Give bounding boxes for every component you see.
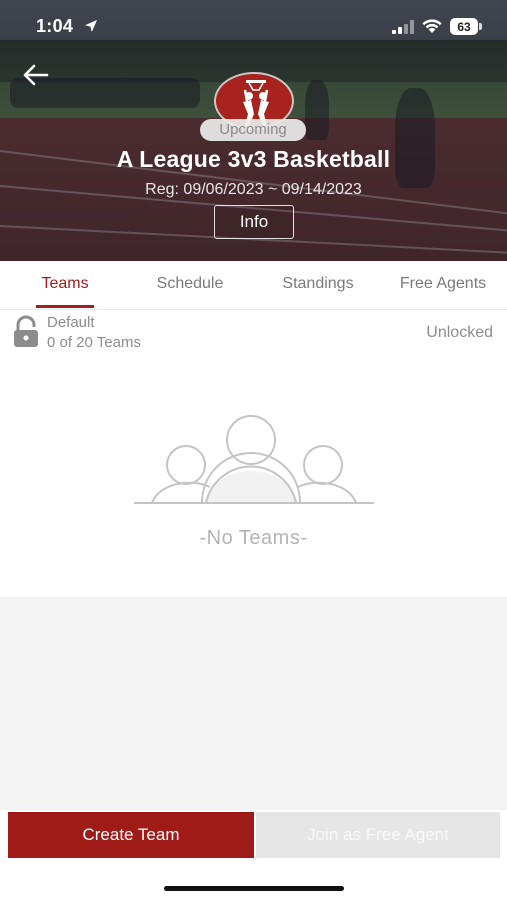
division-row[interactable]: Default 0 of 20 Teams Unlocked: [0, 311, 507, 357]
wifi-icon: [422, 19, 442, 33]
tab-free-agents[interactable]: Free Agents: [384, 261, 502, 310]
tab-teams[interactable]: Teams: [22, 261, 108, 310]
back-button[interactable]: [18, 58, 52, 92]
battery-tip: [479, 23, 482, 30]
division-team-count: 0 of 20 Teams: [47, 334, 141, 351]
battery-icon: 63: [450, 18, 482, 35]
content-background: [0, 597, 507, 810]
lock-icon: [14, 315, 38, 347]
registration-dates: Reg: 09/06/2023 ~ 09/14/2023: [145, 181, 362, 198]
status-badge: Upcoming: [200, 119, 306, 141]
active-tab-indicator: [36, 305, 94, 308]
empty-state-text: -No Teams-: [199, 527, 308, 549]
empty-state: -No Teams-: [0, 357, 507, 597]
status-time: 1:04: [36, 16, 74, 36]
tab-schedule[interactable]: Schedule: [140, 261, 240, 310]
division-status: Unlocked: [426, 324, 493, 341]
join-free-agent-button[interactable]: Join as Free Agent: [256, 812, 500, 858]
arrow-left-icon: [23, 64, 49, 86]
battery-level: 63: [450, 18, 478, 35]
bottom-action-bar: Create Team Join as Free Agent: [0, 810, 507, 900]
league-header: 1:04 63 Upcoming A League 3v3 Basketball…: [0, 0, 507, 261]
location-arrow-icon: [85, 20, 97, 32]
league-title: A League 3v3 Basketball: [116, 146, 391, 172]
tab-standings[interactable]: Standings: [264, 261, 372, 310]
status-bar: 1:04 63: [0, 0, 507, 54]
home-indicator[interactable]: [164, 886, 344, 891]
people-group-icon: [134, 415, 374, 504]
division-name: Default: [47, 314, 95, 331]
create-team-button[interactable]: Create Team: [8, 812, 254, 858]
tab-bar: Teams Schedule Standings Free Agents: [0, 261, 507, 310]
info-button[interactable]: Info: [214, 205, 294, 239]
cellular-signal-icon: [392, 20, 414, 34]
screen: 1:04 63 Upcoming A League 3v3 Basketball…: [0, 0, 507, 900]
